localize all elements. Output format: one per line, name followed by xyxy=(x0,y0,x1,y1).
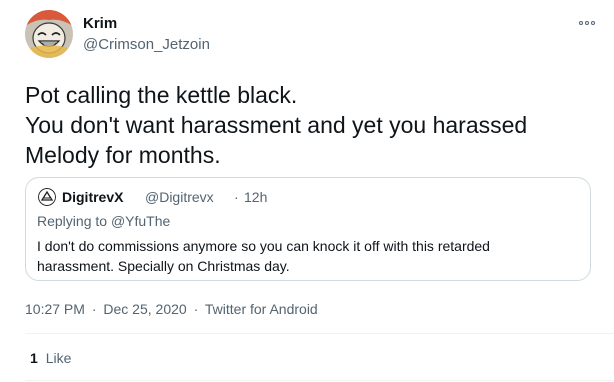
tweet-text-line: Melody for months. xyxy=(25,142,221,168)
meta-separator: · xyxy=(91,301,97,317)
tweet-date[interactable]: Dec 25, 2020 xyxy=(103,301,186,317)
author-avatar[interactable] xyxy=(25,10,73,58)
quoted-author-handle: @Digitrevx xyxy=(145,189,214,205)
likes-stat[interactable]: 1 Like xyxy=(30,349,71,367)
quoted-separator: · xyxy=(234,189,239,205)
quoted-text-line: I don't do commissions anymore so you ca… xyxy=(37,238,490,254)
tweet-text-line: You don't want harassment and yet you ha… xyxy=(25,112,528,138)
quoted-author-name: DigitrevX xyxy=(62,189,124,205)
tweet-meta: 10:27 PM · Dec 25, 2020 · Twitter for An… xyxy=(25,300,318,318)
tweet-text: Pot calling the kettle black. You don't … xyxy=(25,80,595,170)
tweet-source[interactable]: Twitter for Android xyxy=(205,301,318,317)
more-horizontal-icon[interactable] xyxy=(576,14,598,32)
quoted-text-line: harassment. Specially on Christmas day. xyxy=(37,258,290,274)
tweet-time[interactable]: 10:27 PM xyxy=(25,301,85,317)
replying-prefix: Replying to xyxy=(37,213,108,229)
replying-handle[interactable]: @YfuThe xyxy=(111,213,170,229)
meta-separator: · xyxy=(193,301,199,317)
likes-label: Like xyxy=(45,350,72,366)
divider xyxy=(25,333,614,334)
quoted-replying-to: Replying to @YfuThe xyxy=(37,213,170,230)
author-name[interactable]: Krim xyxy=(83,15,117,33)
quoted-time: 12h xyxy=(244,189,268,205)
quoted-text: I don't do commissions anymore so you ca… xyxy=(37,236,577,276)
quoted-tweet[interactable]: DigitrevX @Digitrevx · 12h Replying to @… xyxy=(25,177,591,281)
quoted-author-avatar xyxy=(38,188,56,206)
author-handle[interactable]: @Crimson_Jetzoin xyxy=(83,36,210,54)
likes-count: 1 xyxy=(30,350,38,366)
divider xyxy=(25,380,614,381)
tweet: Krim @Crimson_Jetzoin Pot calling the ke… xyxy=(0,0,614,382)
tweet-text-line: Pot calling the kettle black. xyxy=(25,82,298,108)
